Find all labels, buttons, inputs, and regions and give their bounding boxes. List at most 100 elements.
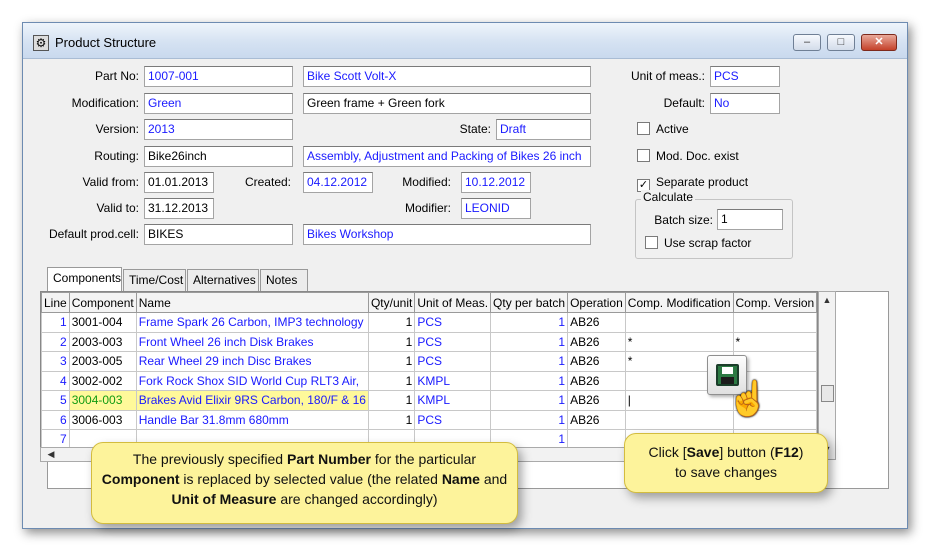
col-comp-version[interactable]: Comp. Version [732,292,817,313]
scroll-left-icon[interactable]: ◀ [43,449,59,460]
minimize-button[interactable]: – [793,34,821,51]
batch-cell[interactable]: 1 [490,390,569,411]
batch-cell[interactable]: 1 [490,312,569,333]
comp-mod-cell[interactable] [624,409,734,430]
batch-cell[interactable]: 1 [490,370,569,391]
scroll-thumb[interactable] [821,385,834,402]
component-cell[interactable]: 2003-003 [68,331,137,352]
comp-ver-cell[interactable]: * [732,331,817,352]
operation-cell[interactable]: AB26 [567,351,626,372]
modified-field[interactable]: 10.12.2012 [461,172,531,193]
col-qty-unit[interactable]: Qty/unit [367,292,416,313]
maximize-button[interactable]: □ [827,34,855,51]
operation-cell[interactable]: AB26 [567,331,626,352]
selected-table-row[interactable]: 5 3004-003 Brakes Avid Elixir 9RS Carbon… [41,390,817,411]
default-field[interactable]: No [710,93,780,114]
col-line[interactable]: Line [41,292,70,313]
line-cell[interactable]: 3 [41,351,70,372]
tab-time-cost[interactable]: Time/Cost [123,269,186,291]
active-checkbox[interactable]: Active [637,122,689,136]
comp-mod-cell[interactable]: * [624,331,734,352]
component-cell[interactable]: 3004-003 [68,390,137,411]
part-no-field[interactable]: 1007-001 [144,66,293,87]
tab-components[interactable]: Components [47,267,122,292]
checkbox-box[interactable] [637,122,650,135]
col-qty-per-batch[interactable]: Qty per batch [490,292,569,313]
name-cell[interactable]: Brakes Avid Elixir 9RS Carbon, 180/F & 1… [135,390,369,411]
table-row[interactable]: 4 3002-002 Fork Rock Shox SID World Cup … [41,370,817,391]
routing-field[interactable]: Bike26inch [144,146,293,167]
created-field[interactable]: 04.12.2012 [303,172,373,193]
operation-cell[interactable]: AB26 [567,409,626,430]
line-cell[interactable]: 2 [41,331,70,352]
modifier-field[interactable]: LEONID [461,198,531,219]
prod-cell-desc-field[interactable]: Bikes Workshop [303,224,591,245]
component-cell[interactable]: 3006-003 [68,409,137,430]
col-operation[interactable]: Operation [567,292,626,313]
uom-cell[interactable]: PCS [414,409,492,430]
qty-cell[interactable]: 1 [367,390,416,411]
name-cell[interactable]: Front Wheel 26 inch Disk Brakes [135,331,369,352]
line-cell[interactable]: 1 [41,312,70,333]
qty-cell[interactable]: 1 [367,409,416,430]
col-name[interactable]: Name [135,292,369,313]
batch-cell[interactable]: 1 [490,351,569,372]
uom-cell[interactable]: KMPL [414,390,492,411]
uom-cell[interactable]: PCS [414,351,492,372]
part-number-callout: The previously specified Part Number for… [91,442,518,524]
col-comp-modification[interactable]: Comp. Modification [624,292,734,313]
batch-cell[interactable]: 1 [490,331,569,352]
name-cell[interactable]: Rear Wheel 29 inch Disc Brakes [135,351,369,372]
uom-cell[interactable]: PCS [414,312,492,333]
unit-of-meas-field[interactable]: PCS [710,66,780,87]
operation-cell[interactable]: AB26 [567,312,626,333]
qty-cell[interactable]: 1 [367,312,416,333]
comp-mod-cell[interactable] [624,312,734,333]
component-cell[interactable]: 3001-004 [68,312,137,333]
table-row[interactable]: 1 3001-004 Frame Spark 26 Carbon, IMP3 t… [41,312,817,333]
component-cell[interactable]: 3002-002 [68,370,137,391]
checkbox-box[interactable] [637,149,650,162]
mod-doc-exist-checkbox[interactable]: Mod. Doc. exist [637,149,739,163]
col-unit-of-meas[interactable]: Unit of Meas. [414,292,492,313]
state-field[interactable]: Draft [496,119,591,140]
line-cell[interactable]: 4 [41,370,70,391]
qty-cell[interactable]: 1 [367,331,416,352]
version-field[interactable]: 2013 [144,119,293,140]
tab-notes[interactable]: Notes [260,269,308,291]
checkbox-box[interactable] [645,236,658,249]
batch-cell[interactable]: 1 [490,409,569,430]
default-prod-cell-field[interactable]: BIKES [144,224,293,245]
tab-alternatives[interactable]: Alternatives [187,269,259,291]
table-row[interactable]: 6 3006-003 Handle Bar 31.8mm 680mm 1 PCS… [41,409,817,430]
name-cell[interactable]: Handle Bar 31.8mm 680mm [135,409,369,430]
name-cell[interactable]: Frame Spark 26 Carbon, IMP3 technology [135,312,369,333]
line-cell[interactable]: 6 [41,409,70,430]
part-name-field[interactable]: Bike Scott Volt-X [303,66,591,87]
component-cell[interactable]: 2003-005 [68,351,137,372]
modification-field[interactable]: Green [144,93,293,114]
use-scrap-factor-checkbox[interactable]: Use scrap factor [645,236,751,250]
callout-bold-text: Name [441,471,480,487]
valid-to-field[interactable]: 31.12.2013 [144,198,214,219]
uom-cell[interactable]: KMPL [414,370,492,391]
line-cell[interactable]: 5 [41,390,70,411]
col-component[interactable]: Component [68,292,137,313]
name-cell[interactable]: Fork Rock Shox SID World Cup RLT3 Air, [135,370,369,391]
scroll-up-icon[interactable]: ▲ [819,295,835,305]
routing-desc-field[interactable]: Assembly, Adjustment and Packing of Bike… [303,146,591,167]
comp-ver-cell[interactable] [732,312,817,333]
callout-bold-text: Save [686,444,720,460]
qty-cell[interactable]: 1 [367,351,416,372]
uom-cell[interactable]: PCS [414,331,492,352]
modification-desc-field[interactable]: Green frame + Green fork [303,93,591,114]
qty-cell[interactable]: 1 [367,370,416,391]
part-no-label: Part No: [94,69,139,83]
operation-cell[interactable]: AB26 [567,370,626,391]
table-row[interactable]: 3 2003-005 Rear Wheel 29 inch Disc Brake… [41,351,817,372]
table-row[interactable]: 2 2003-003 Front Wheel 26 inch Disk Brak… [41,331,817,352]
operation-cell[interactable]: AB26 [567,390,626,411]
valid-from-field[interactable]: 01.01.2013 [144,172,214,193]
batch-size-field[interactable]: 1 [717,209,783,230]
close-button[interactable]: ✕ [861,34,897,51]
